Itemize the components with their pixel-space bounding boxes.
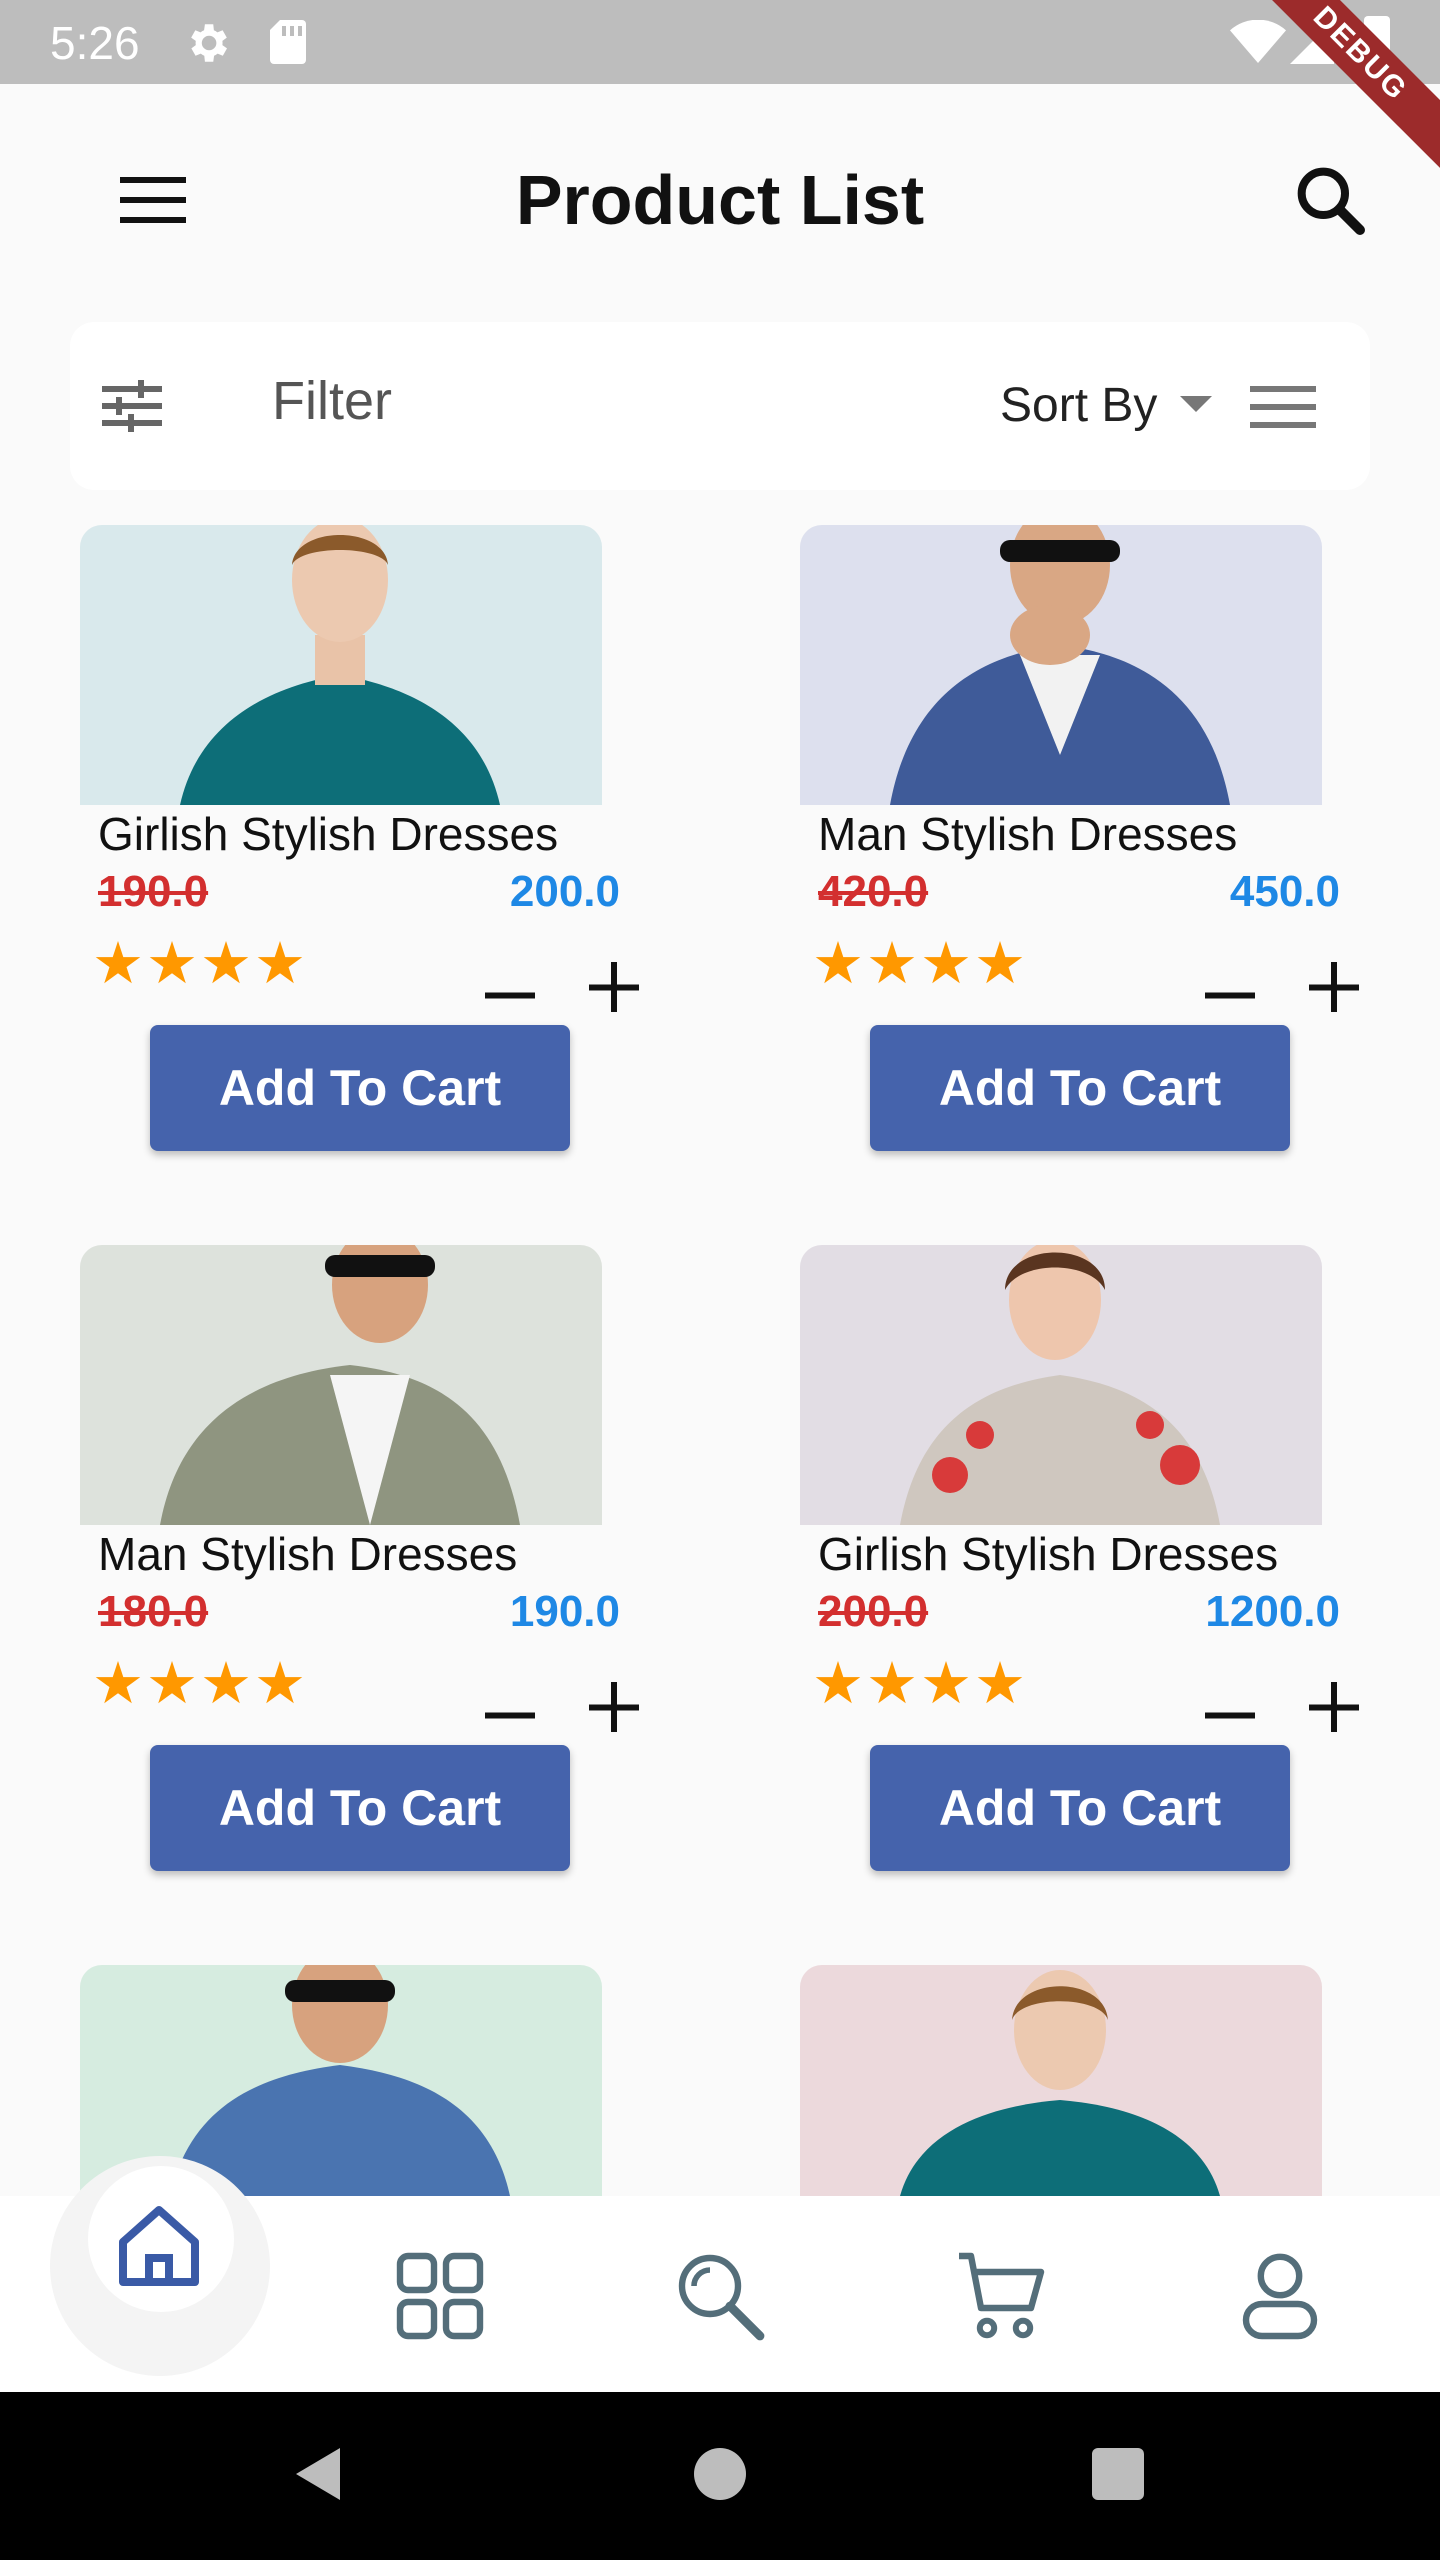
new-price: 1200.0 [1205, 1587, 1340, 1636]
new-price: 450.0 [1229, 867, 1340, 916]
home-icon[interactable] [111, 2198, 207, 2294]
tune-icon[interactable] [102, 380, 162, 432]
plus-icon[interactable] [1304, 957, 1364, 1017]
star-rating: ★★★★ [812, 931, 1028, 996]
product-card[interactable]: Man Stylish Dresses 180.0 190.0 ★★★★ Add… [70, 1245, 690, 1905]
minus-icon[interactable] [480, 965, 540, 1025]
filter-label[interactable]: Filter [272, 370, 392, 432]
minus-icon[interactable] [1200, 1685, 1260, 1745]
plus-icon[interactable] [584, 957, 644, 1017]
status-time: 5:26 [50, 17, 140, 69]
filter-bar: Filter Sort By [70, 322, 1370, 490]
add-to-cart-button[interactable]: Add To Cart [870, 1025, 1290, 1151]
new-price: 190.0 [509, 1587, 620, 1636]
product-image[interactable] [800, 1245, 1322, 1525]
sd-card-icon [270, 20, 306, 64]
recents-button[interactable] [1092, 2448, 1144, 2500]
search-icon[interactable] [1290, 160, 1370, 240]
add-to-cart-button[interactable]: Add To Cart [150, 1745, 570, 1871]
home-button[interactable] [694, 2448, 746, 2500]
product-name: Man Stylish Dresses [98, 1528, 518, 1580]
old-price: 190.0 [98, 867, 209, 916]
old-price: 180.0 [98, 1587, 209, 1636]
star-rating: ★★★★ [812, 1651, 1028, 1716]
product-card[interactable]: Girlish Stylish Dresses 190.0 200.0 ★★★★… [70, 525, 690, 1185]
product-name: Girlish Stylish Dresses [818, 1528, 1279, 1580]
minus-icon[interactable] [480, 1685, 540, 1745]
cart-icon[interactable] [955, 2248, 1051, 2344]
add-to-cart-button[interactable]: Add To Cart [150, 1025, 570, 1151]
product-card[interactable]: Girlish Stylish Dresses 200.0 1200.0 ★★★… [790, 1245, 1410, 1905]
list-view-icon[interactable] [1250, 382, 1316, 430]
product-card[interactable]: Man Stylish Dresses 420.0 450.0 ★★★★ Add… [790, 525, 1410, 1185]
search-icon[interactable] [672, 2248, 768, 2344]
product-image[interactable] [80, 1245, 602, 1525]
old-price: 420.0 [818, 867, 929, 916]
chevron-down-icon[interactable] [1180, 396, 1212, 412]
plus-icon[interactable] [584, 1677, 644, 1737]
minus-icon[interactable] [1200, 965, 1260, 1025]
product-name: Man Stylish Dresses [818, 808, 1238, 860]
new-price: 200.0 [509, 867, 620, 916]
product-name: Girlish Stylish Dresses [98, 808, 559, 860]
plus-icon[interactable] [1304, 1677, 1364, 1737]
star-rating: ★★★★ [92, 931, 308, 996]
add-to-cart-button[interactable]: Add To Cart [870, 1745, 1290, 1871]
star-rating: ★★★★ [92, 1651, 308, 1716]
old-price: 200.0 [818, 1587, 929, 1636]
product-image[interactable] [800, 1965, 1322, 2196]
status-bar: 5:26 [0, 0, 1440, 84]
back-icon[interactable] [290, 2444, 346, 2504]
system-navigation-bar [0, 2392, 1440, 2560]
product-image[interactable] [80, 525, 602, 805]
settings-icon [191, 24, 227, 62]
grid-icon[interactable] [392, 2248, 488, 2344]
profile-icon[interactable] [1232, 2248, 1328, 2344]
product-image[interactable] [800, 525, 1322, 805]
bottom-navigation [0, 2156, 1440, 2392]
wifi-icon [1230, 20, 1286, 63]
page-title: Product List [515, 161, 925, 239]
sort-by-dropdown[interactable]: Sort By [1000, 378, 1157, 433]
